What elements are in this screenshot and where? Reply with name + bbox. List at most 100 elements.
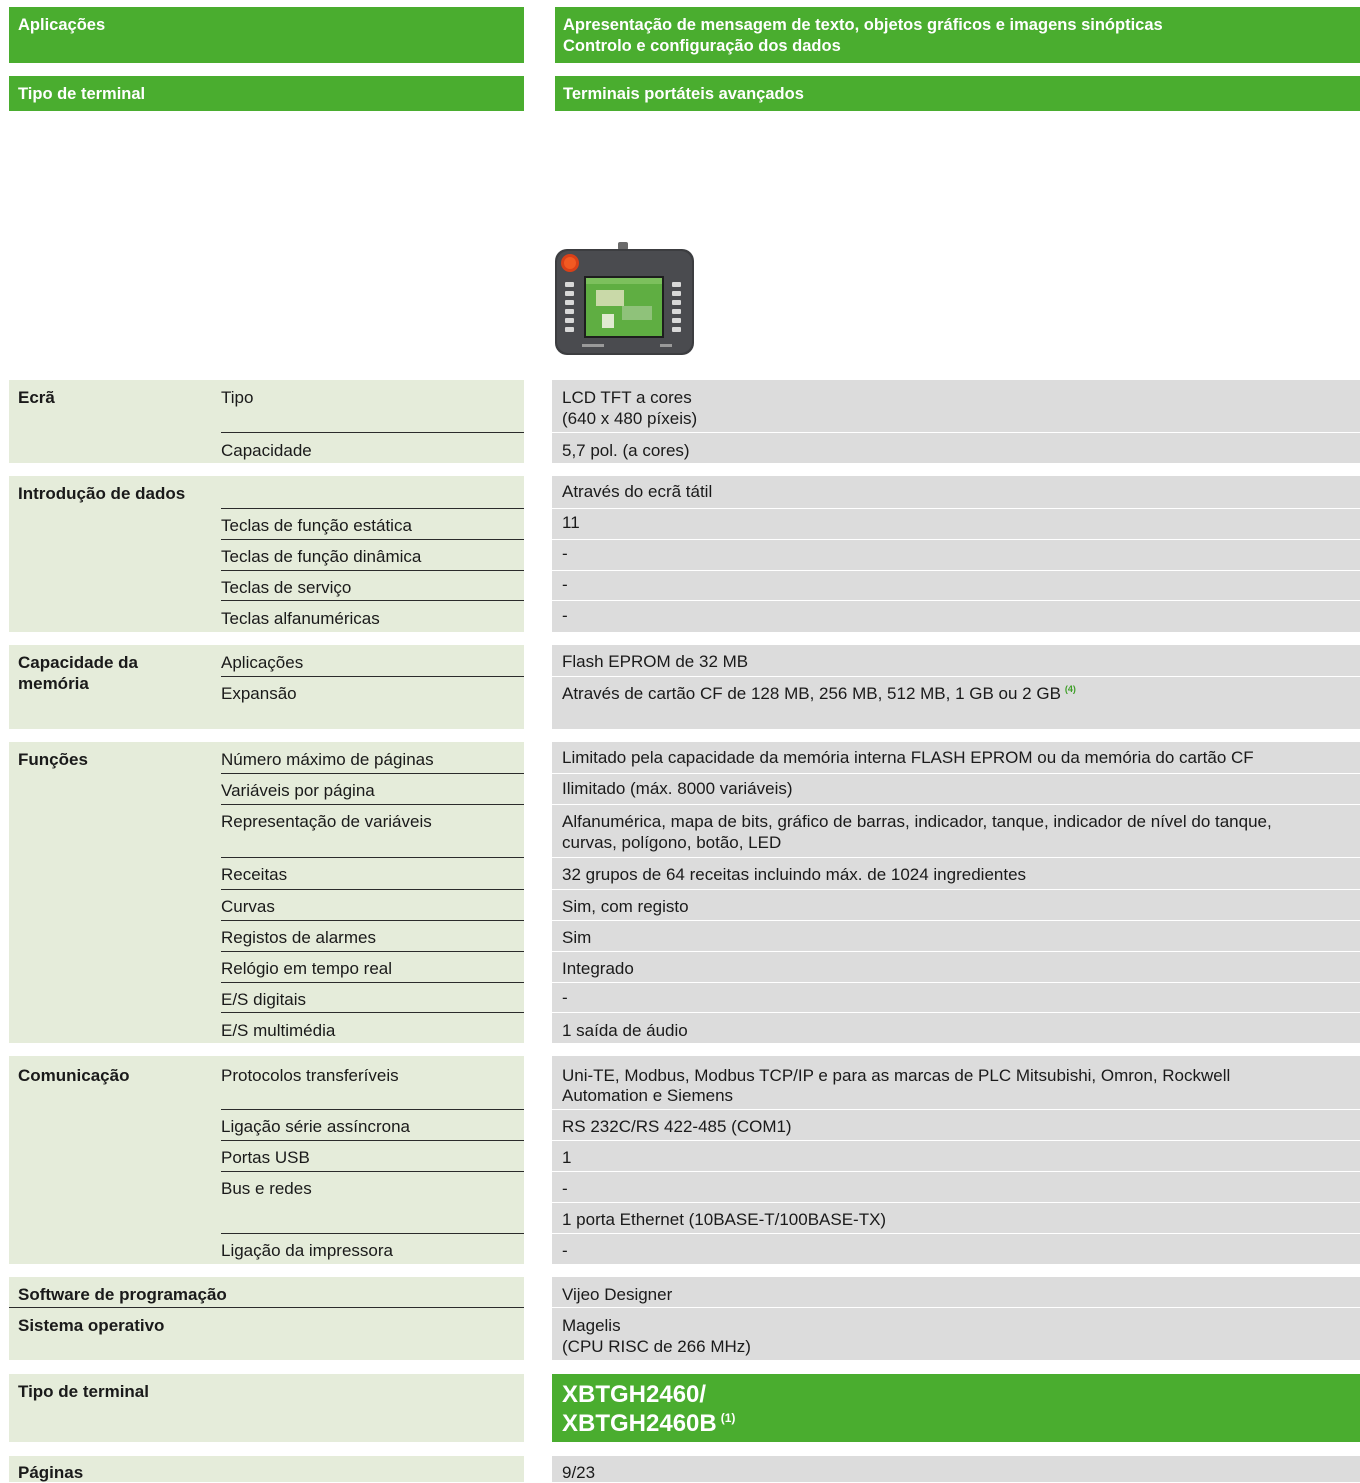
divider (221, 1140, 524, 1141)
dynamic-keys-value: - (562, 544, 568, 563)
screen-type-label: Tipo (221, 388, 254, 407)
screen-capacity-label: Capacidade (221, 441, 312, 460)
terminal-ref-title: Tipo de terminal (18, 1382, 149, 1401)
divider (221, 570, 524, 571)
rtc-value: Integrado (562, 959, 634, 978)
divider (552, 773, 1360, 774)
divider (221, 982, 524, 983)
screen-type-value-1: LCD TFT a cores (562, 388, 692, 407)
static-keys-label: Teclas de função estática (221, 516, 412, 535)
rtc-label: Relógio em tempo real (221, 959, 393, 978)
divider (221, 857, 524, 858)
divider (221, 600, 524, 601)
divider (552, 1109, 1360, 1110)
usb-value: 1 (562, 1148, 572, 1167)
var-repr-value-2: curvas, polígono, botão, LED (562, 833, 782, 852)
divider (552, 951, 1360, 952)
footnote-marker: (1) (720, 1411, 736, 1425)
divider (552, 539, 1360, 540)
memory-apps-value: Flash EPROM de 32 MB (562, 652, 749, 671)
serial-label: Ligação série assíncrona (221, 1117, 411, 1136)
ethernet-value: 1 porta Ethernet (10BASE-T/100BASE-TX) (562, 1210, 887, 1229)
divider (221, 773, 524, 774)
divider (221, 804, 524, 805)
recipes-label: Receitas (221, 865, 288, 884)
vars-per-page-value: Ilimitado (máx. 8000 variáveis) (562, 779, 793, 798)
functions-title: Funções (18, 750, 88, 769)
divider (9, 1307, 524, 1308)
pages-section-left (9, 1456, 524, 1482)
service-keys-label: Teclas de serviço (221, 578, 352, 597)
applications-label: Aplicações (18, 16, 106, 34)
alarm-logs-label: Registos de alarmes (221, 928, 376, 947)
serial-value: RS 232C/RS 422-485 (COM1) (562, 1117, 792, 1136)
curves-label: Curvas (221, 897, 275, 916)
terminal-type-value: Terminais portáteis avançados (563, 85, 804, 103)
divider (221, 1233, 524, 1234)
divider (221, 1171, 524, 1172)
multimedia-io-label: E/S multimédia (221, 1021, 336, 1040)
bus-value: - (562, 1179, 568, 1198)
divider (221, 539, 524, 540)
divider (221, 951, 524, 952)
terminal-ref-box: XBTGH2460/ XBTGH2460B (1) (552, 1374, 1360, 1442)
terminal-type-label: Tipo de terminal (18, 85, 146, 103)
protocols-label: Protocolos transferíveis (221, 1066, 399, 1085)
digital-io-value: - (562, 988, 568, 1007)
protocols-value-2: Automation e Siemens (562, 1086, 734, 1105)
dynamic-keys-label: Teclas de função dinâmica (221, 547, 422, 566)
alpha-keys-label: Teclas alfanuméricas (221, 609, 380, 628)
divider (552, 1202, 1360, 1203)
max-pages-value: Limitado pela capacidade da memória inte… (562, 748, 1254, 767)
divider (552, 1140, 1360, 1141)
pages-title: Páginas (18, 1463, 84, 1482)
footnote-marker: (4) (1064, 684, 1076, 695)
pages-value: 9/23 (562, 1463, 596, 1482)
screen-type-value-2: (640 x 480 píxeis) (562, 409, 698, 428)
divider (552, 1233, 1360, 1234)
printer-label: Ligação da impressora (221, 1241, 393, 1260)
divider (552, 804, 1360, 805)
divider (221, 920, 524, 921)
terminal-ref-line-2: XBTGH2460B (562, 1410, 717, 1437)
divider (552, 508, 1360, 509)
memory-expansion-value-row: Através de cartão CF de 128 MB, 256 MB, … (562, 684, 1076, 704)
memory-apps-label: Aplicações (221, 653, 304, 672)
divider (221, 889, 524, 890)
os-value-1: Magelis (562, 1316, 621, 1335)
applications-line-1: Apresentação de mensagem de texto, objet… (563, 16, 1163, 34)
var-repr-label: Representação de variáveis (221, 812, 432, 831)
applications-header-left: Aplicações (9, 7, 524, 63)
data-entry-title: Introdução de dados (18, 484, 186, 503)
pages-section-right (552, 1456, 1360, 1482)
static-keys-value: 11 (562, 513, 580, 532)
memory-expansion-label: Expansão (221, 684, 297, 703)
divider (552, 857, 1360, 858)
handheld-terminal-photo (555, 242, 694, 355)
alarm-logs-value: Sim (562, 928, 592, 947)
screen-capacity-value: 5,7 pol. (a cores) (562, 441, 690, 460)
memory-title-2: memória (18, 674, 89, 693)
printer-value: - (562, 1241, 568, 1260)
terminal-ref-line-1: XBTGH2460/ (562, 1381, 707, 1408)
divider (552, 920, 1360, 921)
protocols-value-1: Uni-TE, Modbus, Modbus TCP/IP e para as … (562, 1066, 1231, 1085)
service-keys-value: - (562, 575, 568, 594)
divider (221, 1109, 524, 1110)
memory-title-1: Capacidade da (18, 653, 138, 672)
divider (552, 982, 1360, 983)
multimedia-io-value: 1 saída de áudio (562, 1021, 688, 1040)
memory-expansion-value: Através de cartão CF de 128 MB, 256 MB, … (562, 684, 1061, 703)
divider (552, 1307, 1360, 1308)
max-pages-label: Número máximo de páginas (221, 750, 434, 769)
vars-per-page-label: Variáveis por página (221, 781, 375, 800)
var-repr-value-1: Alfanumérica, mapa de bits, gráfico de b… (562, 812, 1272, 831)
applications-header-right: Apresentação de mensagem de texto, objet… (555, 7, 1360, 63)
divider (552, 600, 1360, 601)
os-value-2: (CPU RISC de 266 MHz) (562, 1337, 751, 1356)
alpha-keys-value: - (562, 606, 568, 625)
terminal-type-header-left: Tipo de terminal (9, 76, 524, 111)
communication-title: Comunicação (18, 1066, 130, 1085)
os-title: Sistema operativo (18, 1316, 165, 1335)
terminal-type-header-right: Terminais portáteis avançados (555, 76, 1360, 111)
